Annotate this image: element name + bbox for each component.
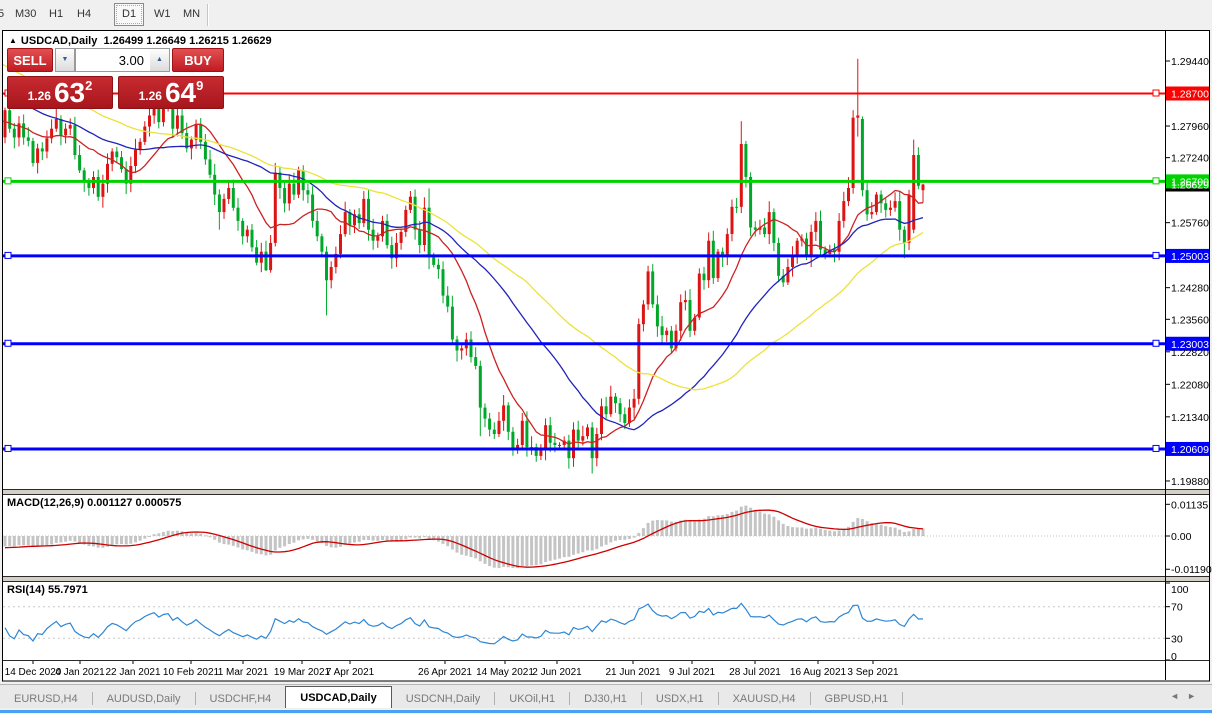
svg-text:1 Mar 2021: 1 Mar 2021 (218, 667, 269, 678)
svg-text:4 Jan 2021: 4 Jan 2021 (55, 667, 105, 678)
rsi-indicator-label: RSI(14) 55.7971 (7, 584, 88, 596)
svg-text:1.29440: 1.29440 (1171, 56, 1209, 68)
svg-text:28 Jul 2021: 28 Jul 2021 (729, 667, 781, 678)
tab-gbpusd-h1[interactable]: GBPUSD,H1 (811, 689, 903, 709)
svg-text:30: 30 (1171, 633, 1183, 645)
tab-separator (902, 692, 903, 705)
svg-text:1.22080: 1.22080 (1171, 379, 1209, 391)
volume-input[interactable] (75, 48, 150, 72)
svg-text:70: 70 (1171, 602, 1183, 614)
tab-scroll-left-icon[interactable]: ◄ (1170, 691, 1187, 701)
svg-text:1.27960: 1.27960 (1171, 121, 1209, 133)
buy-price-prefix: 1.26 (139, 89, 162, 103)
macd-signal-value: 0.000575 (135, 497, 181, 509)
macd-indicator-label: MACD(12,26,9) 0.001127 0.000575 (7, 497, 181, 509)
buy-price-main: 64 (165, 80, 196, 106)
chart-tab-bar: EURUSD,H4 AUDUSD,Daily USDCHF,H4 USDCAD,… (0, 684, 1212, 709)
svg-text:7 Apr 2021: 7 Apr 2021 (326, 667, 375, 678)
svg-text:-0.011904: -0.011904 (1171, 564, 1212, 576)
svg-text:1.26700: 1.26700 (1171, 176, 1209, 188)
chart-header: ▲ USDCAD,Daily 1.26499 1.26649 1.26215 1.… (9, 35, 272, 47)
tab-usdchf-h4[interactable]: USDCHF,H4 (196, 689, 286, 709)
tab-eurusd-h4[interactable]: EURUSD,H4 (0, 689, 92, 709)
svg-text:100: 100 (1171, 584, 1189, 596)
svg-text:2 Jun 2021: 2 Jun 2021 (532, 667, 582, 678)
chart-ohlc-values: 1.26499 1.26649 1.26215 1.26629 (103, 35, 271, 47)
sell-button[interactable]: SELL (7, 48, 53, 72)
svg-text:14 Dec 2020: 14 Dec 2020 (5, 667, 62, 678)
buy-price-tile[interactable]: 1.26 64 9 (118, 76, 224, 109)
sell-price-prefix: 1.26 (28, 89, 51, 103)
svg-text:0.00: 0.00 (1171, 531, 1192, 543)
svg-text:1.19880: 1.19880 (1171, 476, 1209, 488)
svg-text:14 May 2021: 14 May 2021 (476, 667, 534, 678)
tab-scroll-arrows[interactable]: ◄► (1170, 691, 1204, 701)
volume-decrease-button[interactable]: ▼ (55, 48, 75, 72)
svg-text:1.21340: 1.21340 (1171, 412, 1209, 424)
svg-text:1.20609: 1.20609 (1171, 444, 1209, 456)
svg-text:1.23560: 1.23560 (1171, 314, 1209, 326)
tab-usdcnh-daily[interactable]: USDCNH,Daily (392, 689, 495, 709)
buy-button[interactable]: BUY (172, 48, 224, 72)
buy-price-pip: 9 (196, 78, 203, 93)
svg-text:26 Apr 2021: 26 Apr 2021 (418, 667, 472, 678)
chart-symbol-period: USDCAD,Daily (21, 35, 97, 47)
svg-text:21 Jun 2021: 21 Jun 2021 (605, 667, 660, 678)
macd-name: MACD(12,26,9) (7, 497, 84, 509)
svg-text:10 Feb 2021: 10 Feb 2021 (163, 667, 220, 678)
svg-text:1.25003: 1.25003 (1171, 251, 1209, 263)
status-bar (0, 708, 1212, 714)
sell-price-pip: 2 (85, 78, 92, 93)
svg-text:1.24280: 1.24280 (1171, 283, 1209, 295)
svg-text:3 Sep 2021: 3 Sep 2021 (847, 667, 899, 678)
tab-scroll-right-icon[interactable]: ► (1187, 691, 1204, 701)
sell-price-main: 63 (54, 80, 85, 106)
rsi-value: 55.7971 (48, 584, 88, 596)
collapse-arrow-icon[interactable]: ▲ (9, 36, 17, 45)
svg-text:1.23003: 1.23003 (1171, 339, 1209, 351)
svg-text:0: 0 (1171, 651, 1177, 663)
tab-audusd-daily[interactable]: AUDUSD,Daily (93, 689, 195, 709)
status-bar-accent (0, 710, 1212, 713)
macd-main-value: 0.001127 (87, 497, 132, 509)
trading-platform-window: 5 M30 H1 H4 D1 W1 MN 1.294401.279601.272… (0, 0, 1212, 714)
svg-text:22 Jan 2021: 22 Jan 2021 (105, 667, 160, 678)
svg-text:16 Aug 2021: 16 Aug 2021 (790, 667, 847, 678)
tab-usdcad-daily[interactable]: USDCAD,Daily (285, 686, 391, 709)
rsi-name: RSI(14) (7, 584, 45, 596)
tab-usdx-h1[interactable]: USDX,H1 (642, 689, 718, 709)
svg-text:1.28700: 1.28700 (1171, 89, 1209, 101)
svg-text:9 Jul 2021: 9 Jul 2021 (669, 667, 716, 678)
svg-text:0.01135: 0.01135 (1171, 499, 1208, 511)
one-click-trading-panel: SELL ▼ ▲ BUY 1.26 63 2 1.26 64 9 (7, 48, 224, 108)
sell-price-tile[interactable]: 1.26 63 2 (7, 76, 113, 109)
svg-text:19 Mar 2021: 19 Mar 2021 (274, 667, 331, 678)
tab-ukoil-h1[interactable]: UKOil,H1 (495, 689, 569, 709)
tab-dj30-h1[interactable]: DJ30,H1 (570, 689, 641, 709)
tab-xauusd-h4[interactable]: XAUUSD,H4 (719, 689, 810, 709)
volume-increase-button[interactable]: ▲ (150, 48, 170, 72)
svg-text:1.25760: 1.25760 (1171, 218, 1209, 230)
svg-text:1.27240: 1.27240 (1171, 153, 1209, 165)
